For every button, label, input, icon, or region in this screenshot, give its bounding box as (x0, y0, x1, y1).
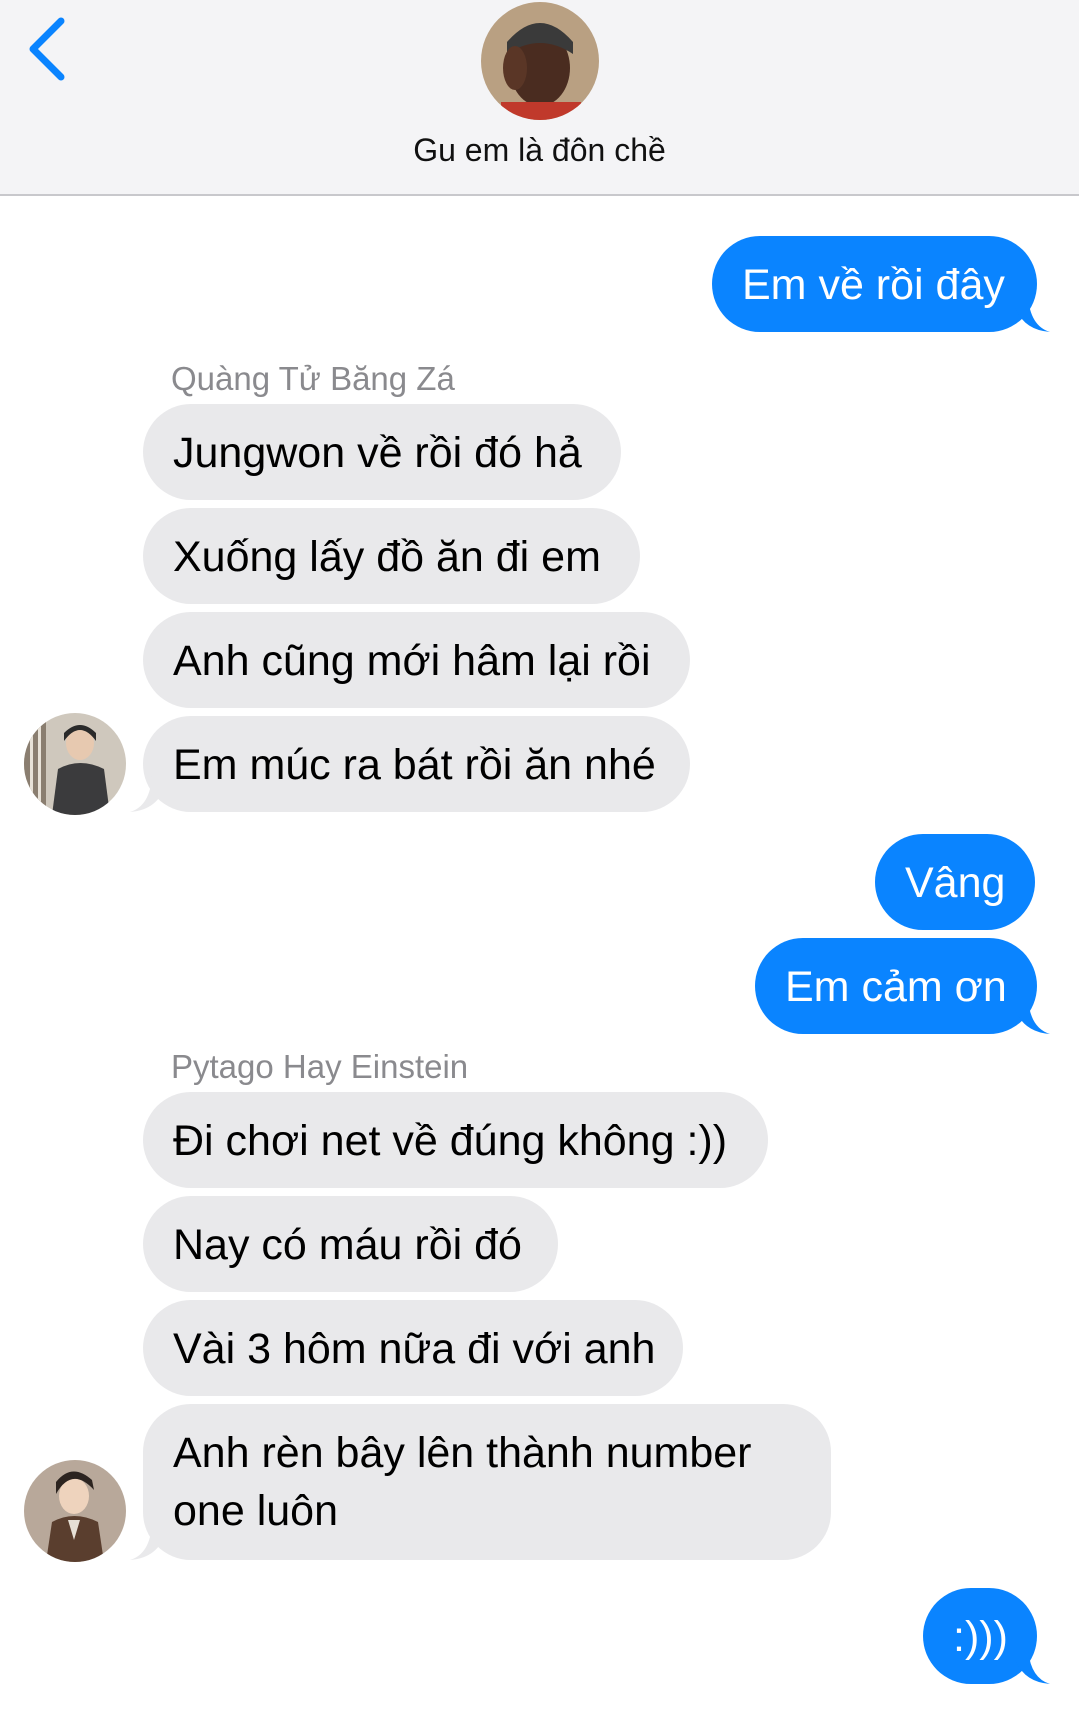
incoming-message[interactable]: Vài 3 hôm nữa đi với anh (143, 1300, 683, 1396)
sender-avatar[interactable] (24, 713, 126, 815)
bubble-tail (130, 1524, 170, 1560)
group-avatar[interactable] (481, 2, 599, 120)
sender-name: Pytago Hay Einstein (171, 1048, 469, 1085)
incoming-message[interactable]: Anh rèn bây lên thành number one luôn (143, 1404, 831, 1560)
bubble-tail (1010, 1648, 1050, 1684)
conversation-title[interactable]: Gu em là đôn chề (0, 132, 1079, 169)
chevron-left-icon (29, 17, 65, 81)
incoming-message[interactable]: Xuống lấy đồ ăn đi em (143, 508, 640, 604)
incoming-message[interactable]: Jungwon về rồi đó hả (143, 404, 621, 500)
bubble-tail (130, 776, 170, 812)
sender-avatar[interactable] (24, 1460, 126, 1562)
outgoing-message[interactable]: Vâng (875, 834, 1035, 930)
incoming-message[interactable]: Anh cũng mới hâm lại rồi (143, 612, 690, 708)
incoming-message[interactable]: Nay có máu rồi đó (143, 1196, 558, 1292)
back-button[interactable] (22, 14, 72, 84)
conversation-header: Gu em là đôn chề (0, 0, 1079, 196)
sender-name: Quàng Tử Băng Zá (171, 360, 455, 397)
outgoing-message[interactable]: Em cảm ơn (755, 938, 1037, 1034)
bubble-tail (1010, 296, 1050, 332)
bubble-tail (1010, 998, 1050, 1034)
outgoing-message[interactable]: Em về rồi đây (712, 236, 1037, 332)
incoming-message[interactable]: Đi chơi net về đúng không :)) (143, 1092, 768, 1188)
incoming-message[interactable]: Em múc ra bát rồi ăn nhé (143, 716, 690, 812)
